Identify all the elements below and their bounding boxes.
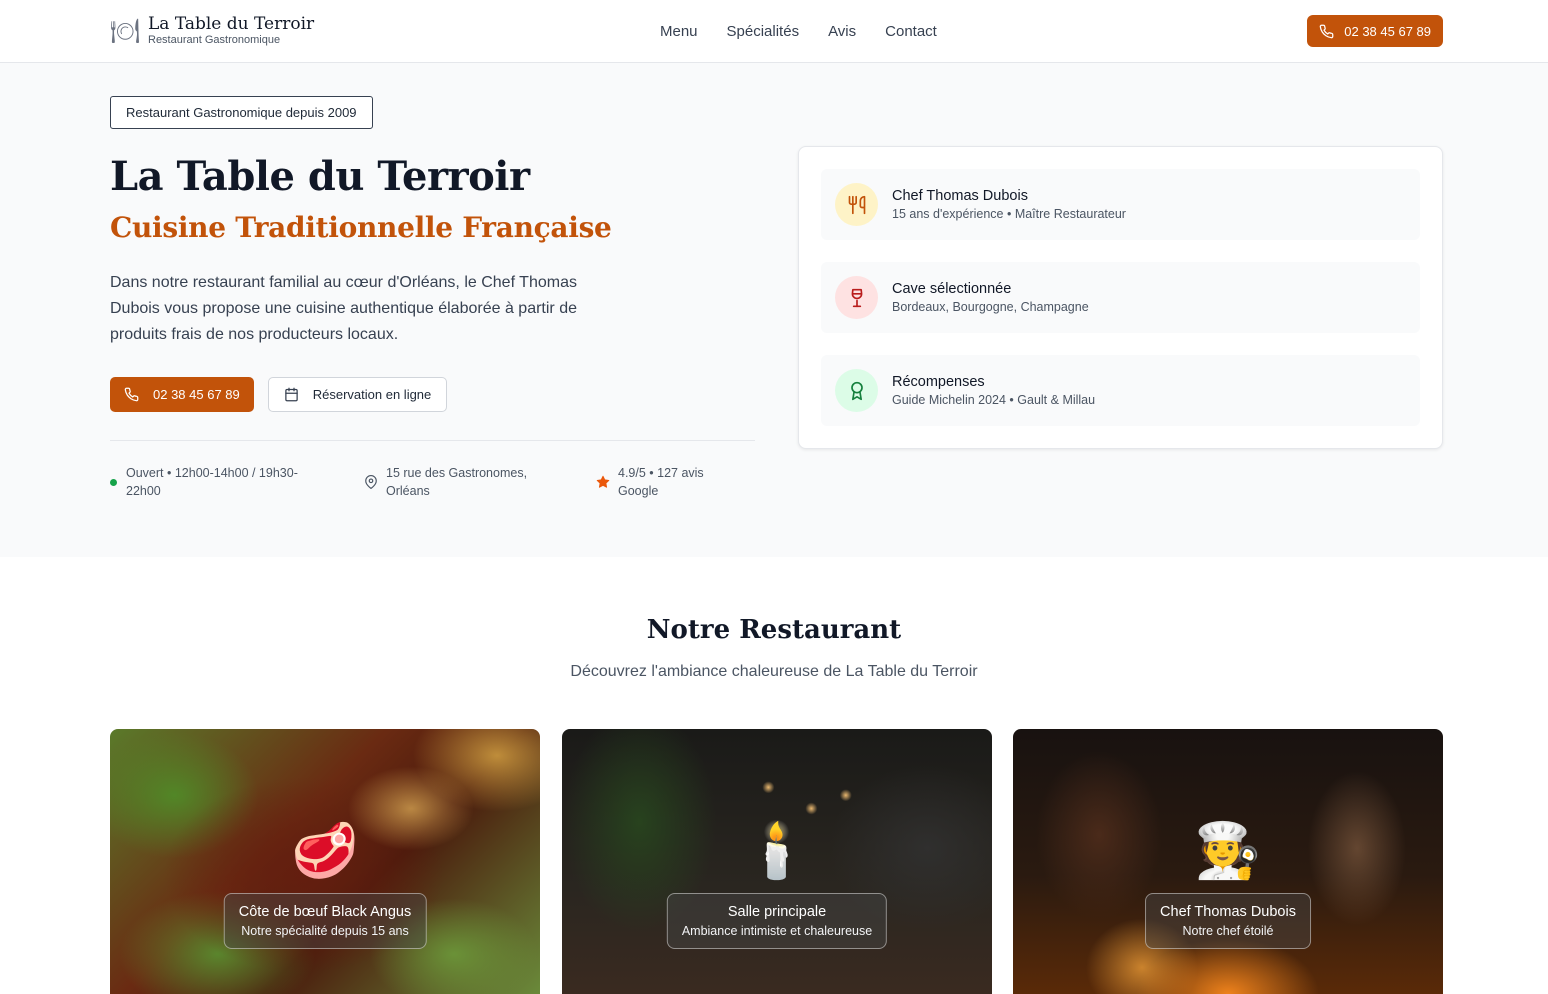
call-button-label: 02 38 45 67 89 bbox=[153, 387, 240, 402]
site-header: 🍽 La Table du Terroir Restaurant Gastron… bbox=[0, 0, 1548, 63]
nav-contact[interactable]: Contact bbox=[885, 23, 937, 40]
award-icon bbox=[835, 369, 878, 412]
header-phone-label: 02 38 45 67 89 bbox=[1344, 23, 1431, 39]
caption-subtitle: Notre spécialité depuis 15 ans bbox=[241, 924, 409, 938]
header-phone-button[interactable]: 02 38 45 67 89 bbox=[1307, 15, 1443, 47]
hero-divider bbox=[110, 440, 755, 441]
section-title: Notre Restaurant bbox=[646, 615, 902, 645]
feature-description: Bordeaux, Bourgogne, Champagne bbox=[892, 300, 1089, 314]
map-pin-icon bbox=[365, 475, 377, 489]
features-card: Chef Thomas Dubois 15 ans d'expérience •… bbox=[798, 146, 1443, 449]
feature-title: Chef Thomas Dubois bbox=[892, 188, 1028, 204]
opening-hours: Ouvert • 12h00-14h00 / 19h30-22h00 bbox=[110, 464, 320, 500]
candle-icon: 🕯️ bbox=[743, 821, 811, 881]
hero-subtitle: Cuisine Traditionnelle Française bbox=[110, 211, 612, 244]
rating[interactable]: 4.9/5 • 127 avis Google bbox=[596, 464, 746, 500]
hero-tag: Restaurant Gastronomique depuis 2009 bbox=[110, 96, 373, 129]
booking-button-label: Réservation en ligne bbox=[312, 387, 432, 402]
caption-title: Côte de bœuf Black Angus bbox=[238, 904, 412, 920]
nav-menu[interactable]: Menu bbox=[660, 23, 698, 40]
brand-logo[interactable]: 🍽 La Table du Terroir Restaurant Gastron… bbox=[110, 15, 314, 47]
photo-caption: Chef Thomas Dubois Notre chef étoilé bbox=[1145, 893, 1311, 949]
star-icon bbox=[596, 475, 610, 488]
photo-caption: Salle principale Ambiance intimiste et c… bbox=[666, 893, 888, 949]
nav-specialites[interactable]: Spécialités bbox=[727, 23, 800, 40]
phone-icon bbox=[1319, 24, 1334, 38]
feature-description: Guide Michelin 2024 • Gault & Millau bbox=[892, 393, 1096, 407]
caption-subtitle: Notre chef étoilé bbox=[1182, 924, 1274, 938]
rating-text: 4.9/5 • 127 avis Google bbox=[618, 466, 704, 498]
hero-section: Restaurant Gastronomique depuis 2009 La … bbox=[0, 63, 1548, 557]
opening-hours-text: Ouvert • 12h00-14h00 / 19h30-22h00 bbox=[126, 466, 298, 498]
address-text: 15 rue des Gastronomes, Orléans bbox=[386, 466, 528, 498]
brand-subtitle: Restaurant Gastronomique bbox=[148, 34, 281, 46]
photo-caption: Côte de bœuf Black Angus Notre spécialit… bbox=[223, 893, 427, 949]
address[interactable]: 15 rue des Gastronomes, Orléans bbox=[364, 464, 564, 500]
wine-icon bbox=[835, 276, 878, 319]
nav-avis[interactable]: Avis bbox=[828, 23, 856, 40]
feature-title: Récompenses bbox=[892, 374, 985, 390]
photo-dining-room[interactable]: 🕯️ Salle principale Ambiance intimiste e… bbox=[562, 729, 992, 994]
hero-title: La Table du Terroir bbox=[110, 153, 530, 200]
call-button[interactable]: 02 38 45 67 89 bbox=[110, 377, 254, 412]
chef-icon: 🧑‍🍳 bbox=[1194, 821, 1262, 881]
feature-title: Cave sélectionnée bbox=[892, 281, 1012, 297]
phone-icon bbox=[124, 387, 139, 402]
steak-icon: 🥩 bbox=[291, 821, 359, 881]
main-nav: Menu Spécialités Avis Contact bbox=[660, 23, 937, 40]
restaurant-section: Notre Restaurant Découvrez l'ambiance ch… bbox=[0, 557, 1548, 994]
feature-awards: Récompenses Guide Michelin 2024 • Gault … bbox=[821, 355, 1420, 426]
section-subtitle: Découvrez l'ambiance chaleureuse de La T… bbox=[570, 663, 978, 680]
plate-icon: 🍽 bbox=[110, 17, 141, 45]
open-status-dot bbox=[110, 478, 117, 486]
photo-steak[interactable]: 🥩 Côte de bœuf Black Angus Notre spécial… bbox=[110, 729, 540, 994]
caption-title: Salle principale bbox=[727, 904, 827, 920]
hero-description: Dans notre restaurant familial au cœur d… bbox=[110, 274, 577, 343]
brand-title: La Table du Terroir bbox=[148, 14, 315, 34]
calendar-icon bbox=[285, 387, 298, 402]
feature-description: 15 ans d'expérience • Maître Restaurateu… bbox=[892, 207, 1126, 221]
caption-title: Chef Thomas Dubois bbox=[1160, 904, 1296, 920]
feature-chef: Chef Thomas Dubois 15 ans d'expérience •… bbox=[821, 169, 1420, 240]
feature-wine: Cave sélectionnée Bordeaux, Bourgogne, C… bbox=[821, 262, 1420, 333]
caption-subtitle: Ambiance intimiste et chaleureuse bbox=[681, 924, 873, 938]
booking-button[interactable]: Réservation en ligne bbox=[267, 377, 448, 412]
photo-chef[interactable]: 🧑‍🍳 Chef Thomas Dubois Notre chef étoilé bbox=[1013, 729, 1443, 994]
utensils-icon bbox=[835, 183, 878, 226]
